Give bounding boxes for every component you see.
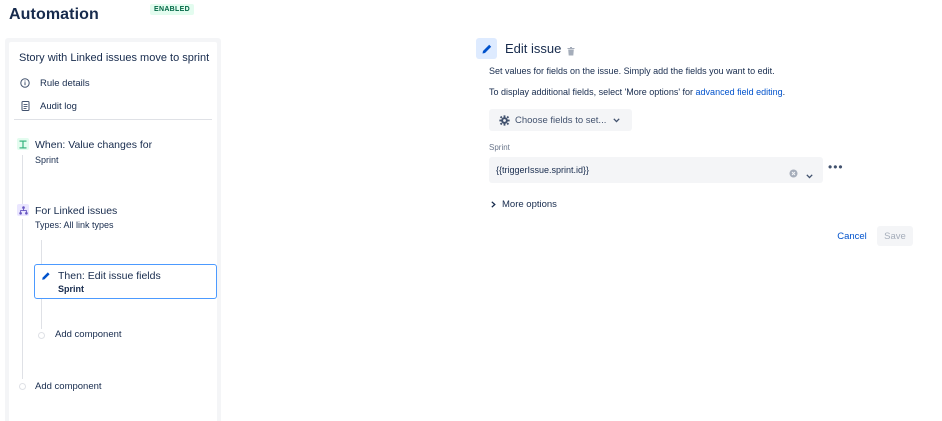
- gear-icon: [499, 114, 510, 126]
- sprint-field-value: {{triggerIssue.sprint.id}}: [496, 165, 590, 175]
- add-component-dot-icon: [38, 332, 45, 339]
- flow-connector: [22, 219, 23, 379]
- more-options-toggle[interactable]: More options: [491, 199, 557, 210]
- panel-title: Edit issue: [505, 41, 562, 56]
- save-button[interactable]: Save: [877, 226, 913, 246]
- chevron-down-icon: [613, 117, 621, 123]
- branch-connector: [41, 299, 42, 329]
- trigger-icon: [17, 138, 29, 150]
- info-icon: [19, 77, 31, 89]
- advanced-suffix-text: .: [782, 87, 786, 97]
- sprint-field-label: Sprint: [489, 143, 510, 152]
- app-header: Automation: [9, 4, 99, 26]
- panel-description-advanced: To display additional fields, select 'Mo…: [489, 87, 785, 97]
- cancel-button[interactable]: Cancel: [832, 227, 872, 245]
- flow-connector: [22, 155, 23, 210]
- panel-description: Set values for fields on the issue. Simp…: [489, 66, 775, 76]
- advanced-prefix-text: To display additional fields, select 'Mo…: [489, 87, 696, 97]
- more-options-label: More options: [502, 199, 557, 210]
- branch-icon: [17, 204, 29, 216]
- action-step-title: Then: Edit issue fields: [58, 270, 161, 282]
- add-component-outer-button[interactable]: Add component: [35, 381, 102, 392]
- rule-details-link[interactable]: Rule details: [19, 77, 90, 89]
- branch-connector: [41, 240, 42, 264]
- more-actions-icon[interactable]: •••: [828, 160, 844, 174]
- trash-icon[interactable]: [567, 43, 575, 61]
- choose-fields-label: Choose fields to set...: [515, 114, 607, 126]
- advanced-field-editing-link[interactable]: advanced field editing: [696, 87, 783, 97]
- edit-pencil-icon: [476, 38, 497, 59]
- audit-log-label: Audit log: [40, 100, 77, 112]
- choose-fields-button[interactable]: Choose fields to set...: [489, 109, 632, 131]
- rule-sidebar: Story with Linked issues move to sprint …: [5, 38, 221, 421]
- rule-details-label: Rule details: [40, 77, 90, 89]
- trigger-step-title[interactable]: When: Value changes for: [35, 139, 152, 151]
- add-component-inner-button[interactable]: Add component: [55, 329, 122, 340]
- selected-action-step[interactable]: Then: Edit issue fields Sprint: [34, 264, 217, 299]
- action-step-subtitle: Sprint: [58, 284, 84, 294]
- page-title: Automation: [9, 6, 99, 23]
- status-badge: ENABLED: [150, 4, 194, 15]
- trigger-step-subtitle: Sprint: [35, 155, 59, 165]
- sprint-field[interactable]: {{triggerIssue.sprint.id}}: [489, 157, 823, 183]
- audit-log-link[interactable]: Audit log: [19, 100, 77, 112]
- pencil-icon: [40, 270, 52, 282]
- chevron-down-icon[interactable]: [806, 166, 813, 184]
- rule-card: Story with Linked issues move to sprint …: [9, 42, 217, 421]
- rule-name: Story with Linked issues move to sprint: [19, 52, 210, 64]
- clear-icon[interactable]: [789, 165, 798, 183]
- chevron-right-icon: [491, 201, 496, 208]
- add-component-dot-icon: [19, 383, 26, 390]
- document-icon: [19, 100, 31, 112]
- branch-step-subtitle: Types: All link types: [35, 220, 114, 230]
- sidebar-divider: [14, 119, 212, 120]
- branch-step-title[interactable]: For Linked issues: [35, 205, 117, 217]
